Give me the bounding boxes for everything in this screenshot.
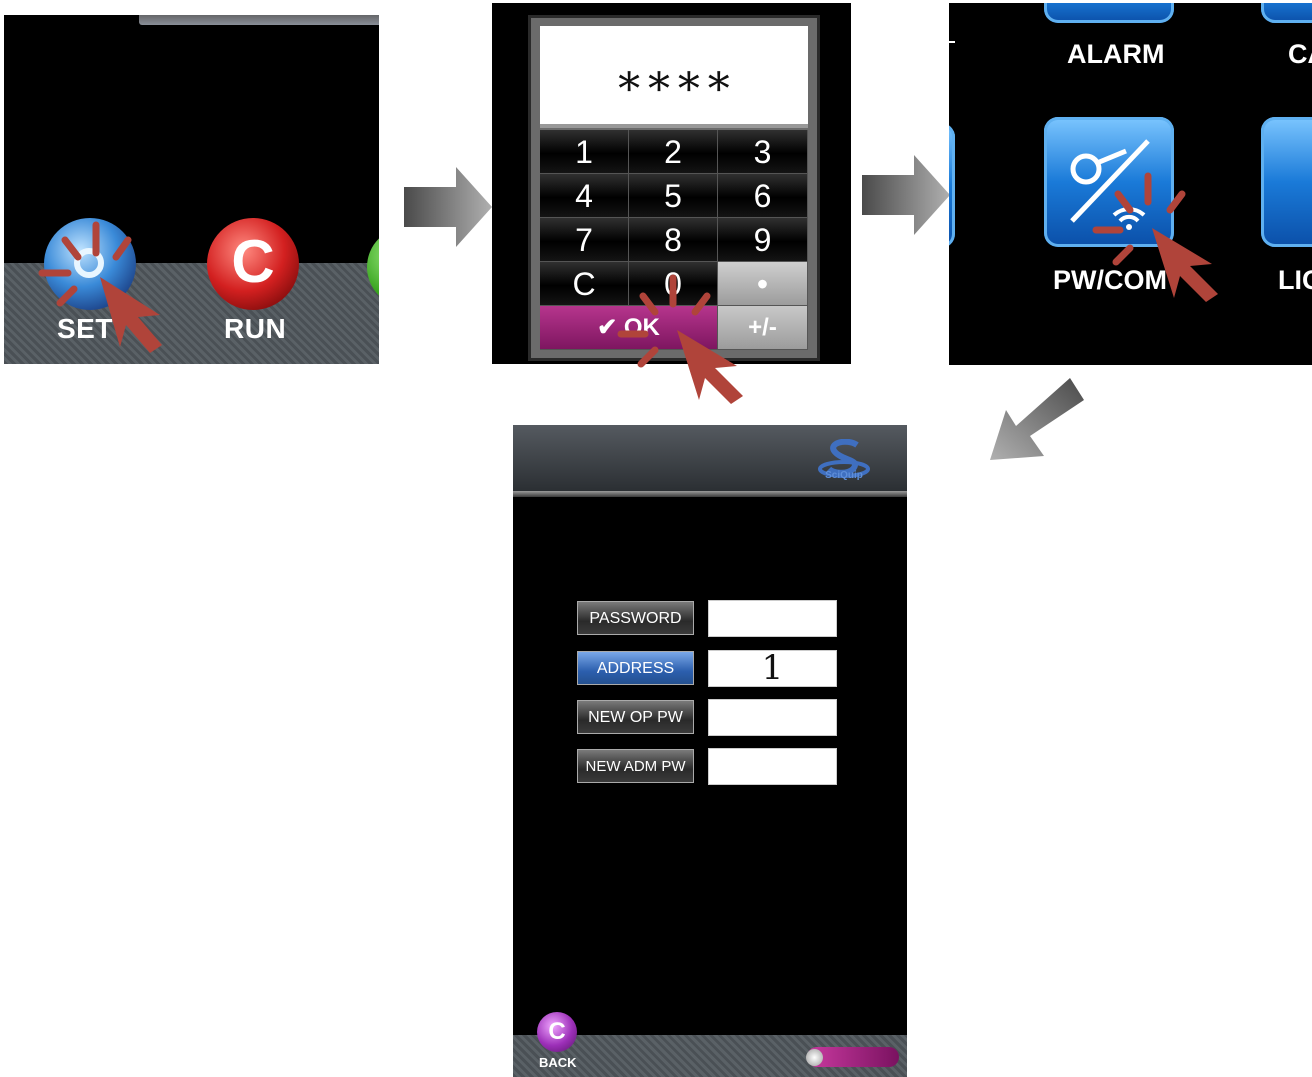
alarm-label: ALARM bbox=[1067, 39, 1165, 69]
keypad-frame: ∗∗∗∗ 1 2 3 4 5 6 7 8 9 C 0 • ✔ OK +/- bbox=[528, 15, 820, 361]
light-tile[interactable] bbox=[1261, 117, 1312, 247]
keypad-panel: ∗∗∗∗ 1 2 3 4 5 6 7 8 9 C 0 • ✔ OK +/- bbox=[492, 3, 851, 364]
top-bar bbox=[139, 15, 379, 25]
arrow-down-left-icon bbox=[990, 378, 1084, 460]
plus-minus-button[interactable]: +/- bbox=[718, 306, 808, 350]
light-label: LIG bbox=[1278, 265, 1312, 295]
refresh-icon: C bbox=[231, 228, 275, 295]
back-label[interactable]: BACK bbox=[539, 1055, 577, 1070]
key-dot[interactable]: • bbox=[718, 262, 808, 306]
password-display: ∗∗∗∗ bbox=[540, 26, 808, 128]
arrow-right-icon bbox=[404, 167, 492, 247]
set-button[interactable] bbox=[44, 218, 136, 310]
key-8[interactable]: 8 bbox=[629, 218, 718, 262]
brand-text: SciQuip bbox=[825, 470, 863, 481]
keypad-grid: 1 2 3 4 5 6 7 8 9 C 0 • ✔ OK +/- bbox=[540, 130, 808, 350]
password-label-button[interactable]: PASSWORD bbox=[577, 601, 694, 635]
key-6[interactable]: 6 bbox=[718, 174, 808, 218]
key-4[interactable]: 4 bbox=[540, 174, 629, 218]
run-label: RUN bbox=[224, 313, 287, 344]
key-5[interactable]: 5 bbox=[629, 174, 718, 218]
address-field[interactable]: 1 bbox=[708, 650, 837, 687]
ok-button[interactable]: ✔ OK bbox=[540, 306, 718, 350]
new-op-pw-field[interactable] bbox=[708, 699, 837, 736]
arrow-right-icon bbox=[862, 155, 950, 235]
new-adm-pw-field[interactable] bbox=[708, 748, 837, 785]
key-9[interactable]: 9 bbox=[718, 218, 808, 262]
key-1[interactable]: 1 bbox=[540, 130, 629, 174]
left-tile[interactable] bbox=[949, 123, 955, 248]
settings-menu-panel: ALARM CA PW/COM LIG bbox=[949, 3, 1312, 365]
key-wireless-icon bbox=[1070, 139, 1150, 230]
cal-tile[interactable] bbox=[1261, 3, 1312, 23]
run-button[interactable]: C bbox=[207, 218, 299, 310]
address-label-button[interactable]: ADDRESS bbox=[577, 651, 694, 685]
set-label: SET bbox=[57, 313, 113, 344]
key-2[interactable]: 2 bbox=[629, 130, 718, 174]
header-divider bbox=[513, 491, 907, 497]
pw-com-screen-panel: SciQuip PASSWORD ADDRESS 1 NEW OP PW NEW… bbox=[513, 425, 907, 1077]
key-3[interactable]: 3 bbox=[718, 130, 808, 174]
home-screen-panel: C SET RUN bbox=[4, 15, 379, 364]
divider bbox=[949, 41, 955, 43]
back-arrow-icon: C bbox=[548, 1018, 566, 1045]
gear-icon bbox=[74, 248, 104, 278]
alarm-tile[interactable] bbox=[1044, 3, 1174, 23]
back-icon[interactable]: C bbox=[537, 1012, 577, 1052]
new-op-pw-label-button[interactable]: NEW OP PW bbox=[577, 700, 694, 734]
pw-com-label: PW/COM bbox=[1053, 265, 1167, 295]
new-adm-pw-label-button[interactable]: NEW ADM PW bbox=[577, 749, 694, 783]
key-clear[interactable]: C bbox=[540, 262, 629, 306]
pw-com-tile[interactable] bbox=[1044, 117, 1174, 247]
password-field[interactable] bbox=[708, 600, 837, 637]
key-7[interactable]: 7 bbox=[540, 218, 629, 262]
key-0[interactable]: 0 bbox=[629, 262, 718, 306]
cal-label: CA bbox=[1288, 39, 1312, 69]
slider-knob[interactable] bbox=[806, 1049, 823, 1066]
